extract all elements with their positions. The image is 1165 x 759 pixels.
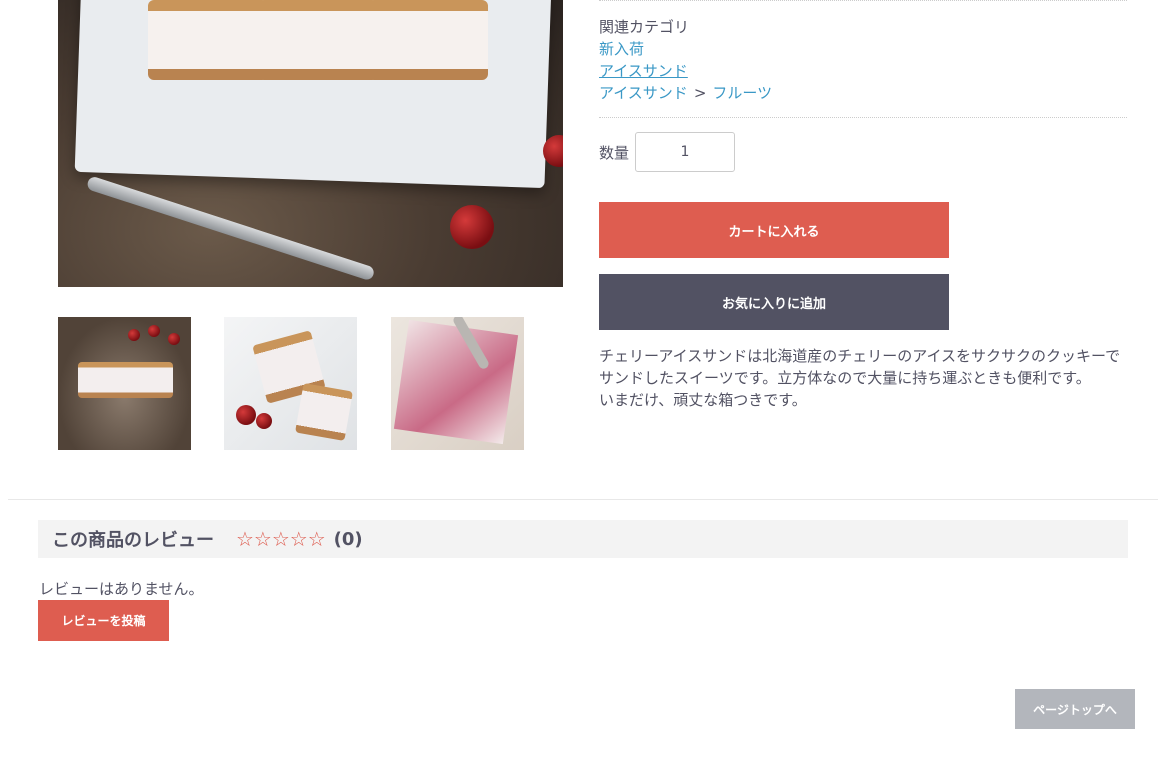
cherry — [128, 329, 140, 341]
review-count: (0) — [333, 528, 363, 550]
thumbnail-2[interactable] — [224, 317, 357, 450]
product-description: チェリーアイスサンドは北海道産のチェリーのアイスをサクサクのクッキーでサンドした… — [599, 345, 1129, 411]
add-to-favorites-button[interactable]: お気に入りに追加 — [599, 274, 949, 330]
path-separator: > — [693, 84, 707, 102]
description-text: チェリーアイスサンドは北海道産のチェリーのアイスをサクサクのクッキーでサンドした… — [599, 347, 1121, 387]
quantity-input[interactable]: 1 — [635, 132, 735, 172]
page-top-button[interactable]: ページトップへ — [1015, 689, 1135, 729]
ice-cream-scoop — [85, 175, 376, 282]
category-path-link-ice-sandwich[interactable]: アイスサンド — [599, 84, 688, 102]
cherry — [236, 405, 256, 425]
thumbnail-3[interactable] — [391, 317, 524, 450]
cherry — [168, 333, 180, 345]
category-link-ice-sandwich[interactable]: アイスサンド — [599, 60, 688, 81]
post-review-button[interactable]: レビューを投稿 — [38, 600, 169, 641]
divider — [599, 0, 1127, 1]
category-path-link-fruits[interactable]: フルーツ — [712, 84, 772, 102]
divider — [599, 117, 1127, 118]
section-divider — [8, 499, 1158, 500]
category-path: アイスサンド > フルーツ — [599, 82, 772, 103]
ice-sandwich-2 — [258, 0, 378, 80]
description-text-2: いまだけ、頑丈な箱つきです。 — [599, 391, 807, 409]
cherry — [148, 325, 160, 337]
ice-sandwich — [295, 383, 353, 441]
cherry — [543, 135, 563, 167]
cherry — [256, 413, 272, 429]
product-main-image — [58, 0, 563, 287]
rating-stars: ☆☆☆☆☆ — [236, 527, 326, 551]
no-review-message: レビューはありません。 — [39, 580, 204, 598]
review-header: この商品のレビュー ☆☆☆☆☆ (0) — [38, 520, 1128, 558]
ice-sandwich-1 — [148, 0, 268, 80]
related-category-title: 関連カテゴリ — [599, 18, 690, 36]
cherry — [450, 205, 494, 249]
thumbnail-1[interactable] — [58, 317, 191, 450]
cherry-ice-cream — [393, 319, 519, 445]
ice-sandwich — [78, 362, 173, 398]
category-link-new[interactable]: 新入荷 — [599, 38, 644, 59]
quantity-label: 数量 — [599, 144, 630, 162]
review-title: この商品のレビュー — [52, 530, 214, 551]
ice-sandwich-3 — [368, 0, 488, 80]
add-to-cart-button[interactable]: カートに入れる — [599, 202, 949, 258]
